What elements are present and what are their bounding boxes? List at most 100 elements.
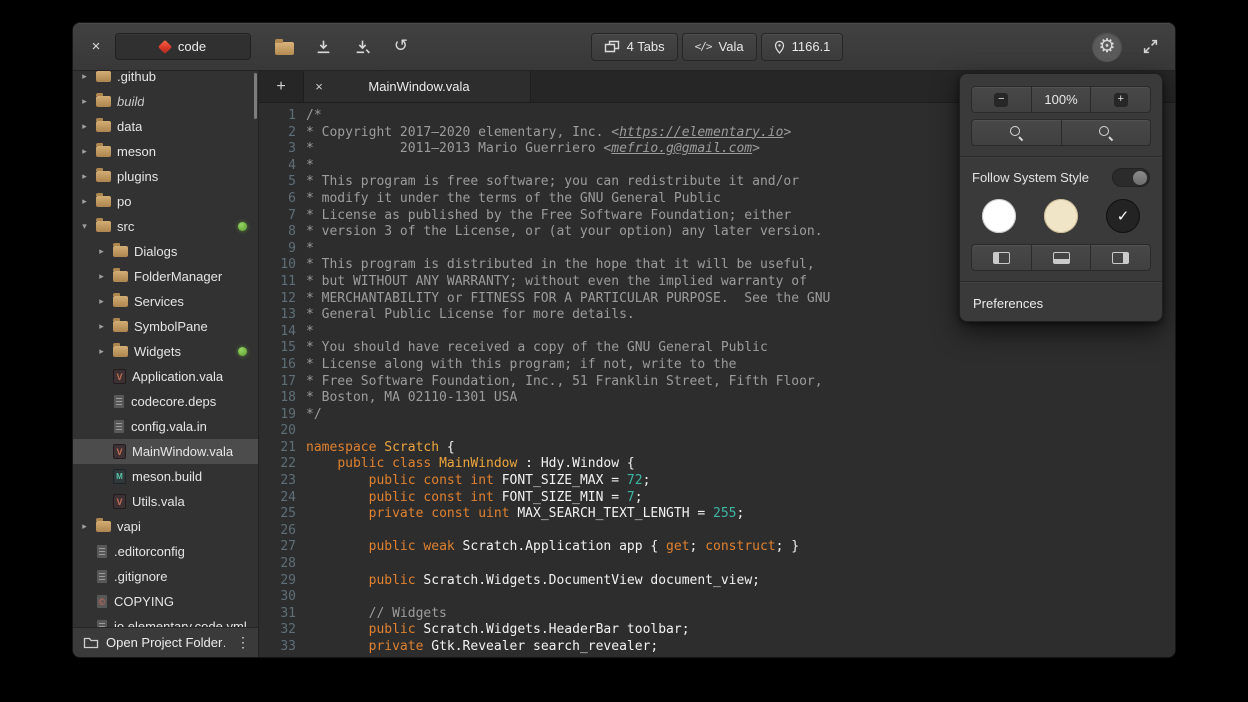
tree-item-config-vala-in[interactable]: config.vala.in: [73, 414, 258, 439]
expand-icon[interactable]: ▸: [96, 246, 107, 257]
expand-icon[interactable]: ▸: [79, 196, 90, 207]
find-in-document-button[interactable]: [971, 119, 1062, 146]
expand-icon[interactable]: ▸: [79, 96, 90, 107]
show-outline-toggle[interactable]: [1091, 244, 1151, 271]
code-line[interactable]: 15* You should have received a copy of t…: [259, 340, 1175, 357]
tree-item-vapi[interactable]: ▸vapi: [73, 514, 258, 539]
code-line[interactable]: 20: [259, 423, 1175, 440]
tree-item-data[interactable]: ▸data: [73, 114, 258, 139]
expand-icon[interactable]: ▸: [96, 296, 107, 307]
preferences-menu-item[interactable]: Preferences: [960, 289, 1162, 317]
code-line[interactable]: 19*/: [259, 407, 1175, 424]
zoom-reset-button[interactable]: 100%: [1032, 86, 1092, 113]
language-selector-button[interactable]: </> Vala: [682, 33, 757, 61]
tree-item-io-elementary-code-yml[interactable]: io.elementary.code.yml: [73, 614, 258, 627]
save-as-button[interactable]: [349, 34, 375, 60]
show-sidebar-toggle[interactable]: [971, 244, 1032, 271]
new-tab-button[interactable]: +: [267, 71, 295, 102]
collapse-icon[interactable]: ▾: [79, 221, 90, 232]
tree-item-build[interactable]: ▸build: [73, 89, 258, 114]
tab-mainwindow-vala[interactable]: × MainWindow.vala: [303, 71, 531, 102]
save-button[interactable]: [310, 34, 336, 60]
tree-item-label: SymbolPane: [134, 319, 208, 334]
expand-icon[interactable]: ▸: [79, 521, 90, 532]
file-icon: ©: [96, 594, 108, 609]
tree-item-src[interactable]: ▾src: [73, 214, 258, 239]
code-line[interactable]: 33 private Gtk.Revealer search_revealer;: [259, 639, 1175, 656]
tree-item-plugins[interactable]: ▸plugins: [73, 164, 258, 189]
tree-item-meson-build[interactable]: Mmeson.build: [73, 464, 258, 489]
code-line[interactable]: 26: [259, 523, 1175, 540]
tree-item-label: .editorconfig: [114, 544, 185, 559]
light-style-option[interactable]: [982, 199, 1016, 233]
code-line[interactable]: 28: [259, 556, 1175, 573]
code-brackets-icon: </>: [695, 40, 712, 53]
code-line[interactable]: 30: [259, 589, 1175, 606]
code-line[interactable]: 18* Boston, MA 02110-1301 USA: [259, 390, 1175, 407]
tree-item-codecore-deps[interactable]: codecore.deps: [73, 389, 258, 414]
project-chooser-button[interactable]: code: [115, 33, 251, 60]
tree-item--gitignore[interactable]: .gitignore: [73, 564, 258, 589]
expand-icon[interactable]: ▸: [79, 121, 90, 132]
zoom-in-button[interactable]: +: [1091, 86, 1151, 113]
goto-line-button[interactable]: 1166.1: [761, 33, 844, 61]
code-line[interactable]: 31 // Widgets: [259, 606, 1175, 623]
tabs-overview-button[interactable]: 4 Tabs: [591, 33, 678, 61]
language-label: Vala: [719, 39, 744, 54]
history-button[interactable]: ↺: [388, 34, 414, 60]
expand-icon: [1143, 39, 1158, 54]
code-line[interactable]: 25 private const uint MAX_SEARCH_TEXT_LE…: [259, 506, 1175, 523]
code-line[interactable]: 27 public weak Scratch.Application app {…: [259, 539, 1175, 556]
code-line[interactable]: 22 public class MainWindow : Hdy.Window …: [259, 456, 1175, 473]
tree-item-mainwindow-vala[interactable]: VMainWindow.vala: [73, 439, 258, 464]
open-project-folder-button[interactable]: Open Project Folder…: [106, 635, 225, 650]
open-file-button[interactable]: [271, 34, 297, 60]
code-line[interactable]: 32 public Scratch.Widgets.HeaderBar tool…: [259, 622, 1175, 639]
tree-item-dialogs[interactable]: ▸Dialogs: [73, 239, 258, 264]
code-line[interactable]: 16* License along with this program; if …: [259, 357, 1175, 374]
tree-item-meson[interactable]: ▸meson: [73, 139, 258, 164]
code-line[interactable]: 23 public const int FONT_SIZE_MAX = 72;: [259, 473, 1175, 490]
line-number: 20: [259, 423, 296, 440]
expand-icon[interactable]: ▸: [96, 346, 107, 357]
window-close-button[interactable]: ×: [85, 36, 107, 58]
line-number: 27: [259, 539, 296, 556]
tree-item-label: Services: [134, 294, 184, 309]
tree-item-widgets[interactable]: ▸Widgets: [73, 339, 258, 364]
sepia-style-option[interactable]: [1044, 199, 1078, 233]
tree-item-utils-vala[interactable]: VUtils.vala: [73, 489, 258, 514]
tree-item-label: codecore.deps: [131, 394, 216, 409]
global-search-button[interactable]: [1062, 119, 1152, 146]
expand-icon[interactable]: ▸: [79, 71, 90, 82]
style-options-row: ✓: [960, 193, 1162, 241]
settings-menu-button[interactable]: ⚙: [1092, 32, 1122, 62]
expand-icon[interactable]: ▸: [96, 321, 107, 332]
show-terminal-toggle[interactable]: [1032, 244, 1092, 271]
code-line[interactable]: 29 public Scratch.Widgets.DocumentView d…: [259, 573, 1175, 590]
tree-item-po[interactable]: ▸po: [73, 189, 258, 214]
tree-item--github[interactable]: ▸.github: [73, 71, 258, 89]
tree-item-copying[interactable]: © COPYING: [73, 589, 258, 614]
tab-close-button[interactable]: ×: [304, 79, 334, 94]
code-line[interactable]: 21namespace Scratch {: [259, 440, 1175, 457]
code-line[interactable]: 24 public const int FONT_SIZE_MIN = 7;: [259, 490, 1175, 507]
project-menu-button[interactable]: ⋮: [232, 632, 254, 654]
dark-style-option[interactable]: ✓: [1106, 199, 1140, 233]
line-content: * License as published by the Free Softw…: [306, 208, 791, 225]
tree-item-foldermanager[interactable]: ▸FolderManager: [73, 264, 258, 289]
tree-item--editorconfig[interactable]: .editorconfig: [73, 539, 258, 564]
tree-item-application-vala[interactable]: VApplication.vala: [73, 364, 258, 389]
sidebar-scrollbar[interactable]: [254, 73, 257, 119]
expand-icon[interactable]: ▸: [79, 171, 90, 182]
tree-item-label: COPYING: [114, 594, 174, 609]
code-line[interactable]: 14*: [259, 324, 1175, 341]
fullscreen-button[interactable]: [1137, 34, 1163, 60]
follow-system-toggle[interactable]: [1112, 168, 1150, 187]
tree-item-label: meson.build: [132, 469, 202, 484]
tree-item-symbolpane[interactable]: ▸ SymbolPane: [73, 314, 258, 339]
expand-icon[interactable]: ▸: [96, 271, 107, 282]
zoom-out-button[interactable]: −: [971, 86, 1032, 113]
tree-item-services[interactable]: ▸ Services: [73, 289, 258, 314]
expand-icon[interactable]: ▸: [79, 146, 90, 157]
code-line[interactable]: 17* Free Software Foundation, Inc., 51 F…: [259, 374, 1175, 391]
